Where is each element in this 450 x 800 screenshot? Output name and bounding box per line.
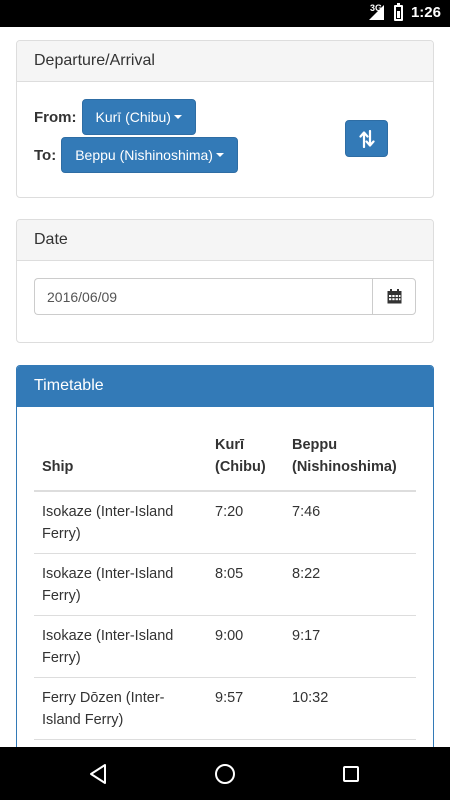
calendar-icon (387, 289, 401, 304)
date-input-group (34, 278, 416, 315)
navigation-bar (0, 747, 450, 800)
to-value: Beppu (Nishinoshima) (75, 147, 213, 163)
ship-cell: Isokaze (Inter-Island Ferry) (34, 491, 207, 554)
to-label: To: (34, 146, 57, 164)
from-label: From: (34, 108, 77, 126)
from-row: From: Kurī (Chibu) (34, 99, 196, 135)
table-row: Isokaze (Inter-Island Ferry) 9:00 9:17 (34, 615, 416, 678)
ship-column-header: Ship (34, 426, 207, 492)
from-dropdown[interactable]: Kurī (Chibu) (81, 99, 196, 135)
caret-down-icon (215, 153, 224, 157)
table-row: Ferry Dōzen (Inter-Island Ferry) 9:57 10… (34, 677, 416, 740)
depart-cell: 7:20 (207, 491, 284, 554)
table-row: Isokaze (Inter-Island Ferry) 7:20 7:46 (34, 491, 416, 554)
ship-cell: Isokaze (Inter-Island Ferry) (34, 615, 207, 678)
date-heading: Date (17, 220, 433, 261)
signal-icon (369, 5, 384, 20)
main-content: Departure/Arrival From: Kurī (Chibu) To:… (0, 27, 450, 747)
depart-cell: 8:05 (207, 553, 284, 616)
to-dropdown[interactable]: Beppu (Nishinoshima) (61, 137, 238, 173)
ship-cell: Isokaze (Inter-Island Ferry) (34, 553, 207, 616)
home-icon[interactable] (215, 764, 235, 784)
arrive-cell: 7:46 (284, 491, 416, 554)
ship-cell: Ferry Dōzen (Inter-Island Ferry) (34, 677, 207, 740)
table-header-row: Ship Kurī (Chibu) Beppu (Nishinoshima) (34, 426, 416, 492)
departure-arrival-heading: Departure/Arrival (17, 41, 433, 82)
recents-icon[interactable] (343, 766, 359, 782)
arrival-column-header: Beppu (Nishinoshima) (284, 426, 416, 492)
to-row: To: Beppu (Nishinoshima) (34, 137, 238, 173)
battery-icon (394, 3, 403, 21)
swap-button[interactable] (345, 120, 388, 157)
arrive-cell: 9:17 (284, 615, 416, 678)
departure-arrival-panel: Departure/Arrival From: Kurī (Chibu) To:… (16, 40, 434, 198)
depart-cell: 9:00 (207, 615, 284, 678)
date-input[interactable] (34, 278, 372, 315)
calendar-button[interactable] (372, 278, 416, 315)
timetable-table: Ship Kurī (Chibu) Beppu (Nishinoshima) I… (34, 426, 416, 740)
timetable-panel: Timetable Ship Kurī (Chibu) Beppu (Nishi… (16, 365, 434, 747)
arrive-cell: 8:22 (284, 553, 416, 616)
swap-arrows-icon (358, 129, 375, 148)
back-icon[interactable] (88, 763, 108, 785)
depart-cell: 9:57 (207, 677, 284, 740)
departure-column-header: Kurī (Chibu) (207, 426, 284, 492)
timetable-heading: Timetable (17, 366, 433, 407)
status-bar: 3G 1:26 (0, 0, 450, 27)
date-panel: Date (16, 219, 434, 343)
from-value: Kurī (Chibu) (95, 109, 171, 125)
table-row: Isokaze (Inter-Island Ferry) 8:05 8:22 (34, 553, 416, 616)
caret-down-icon (173, 115, 182, 119)
status-time: 1:26 (410, 4, 441, 21)
arrive-cell: 10:32 (284, 677, 416, 740)
